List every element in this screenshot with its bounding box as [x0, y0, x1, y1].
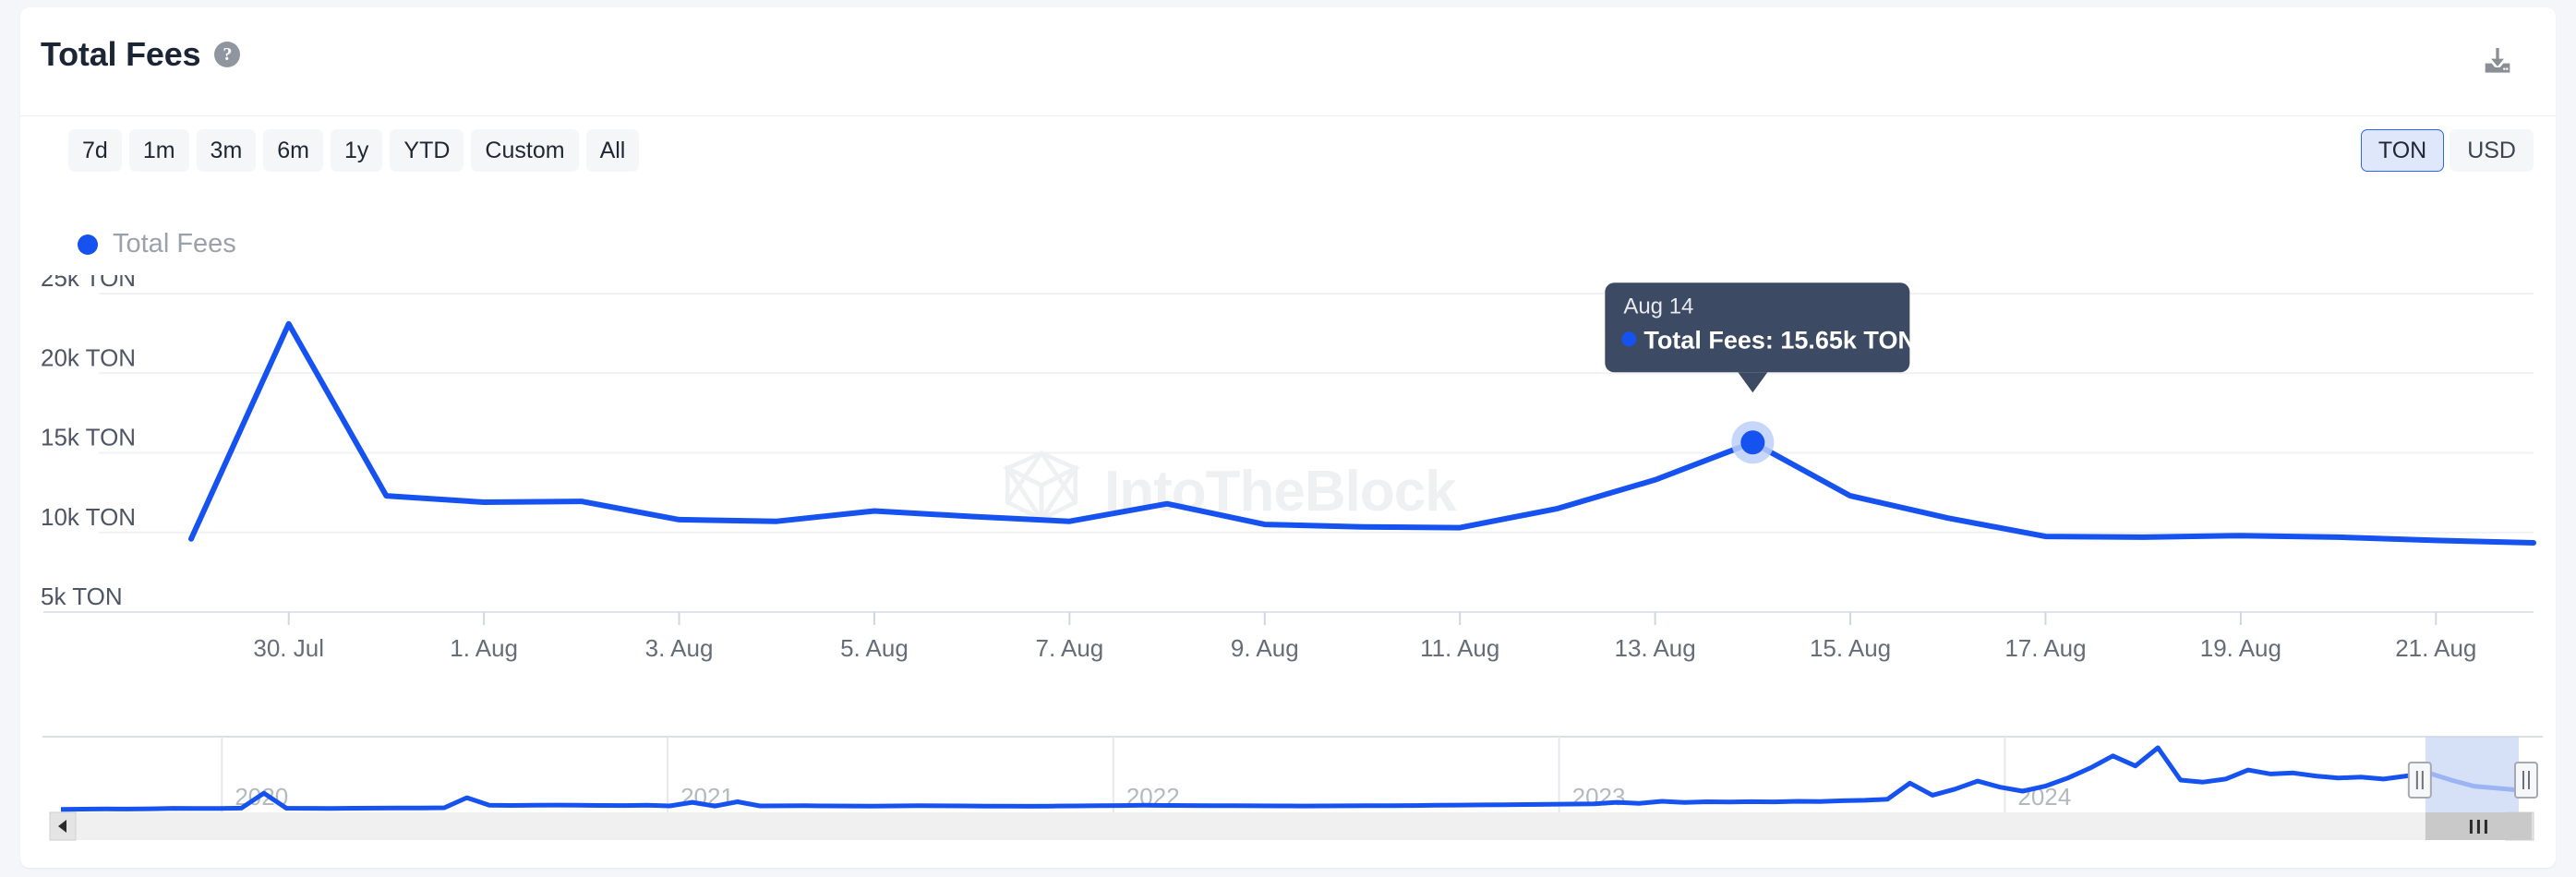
x-axis-tick-label: 5. Aug — [840, 634, 909, 662]
y-axis-tick-label: 15k TON — [41, 424, 136, 451]
page-title: Total Fees — [41, 38, 200, 71]
x-axis-tick-label: 17. Aug — [2004, 634, 2086, 662]
tooltip-value-line: Total Fees: 15.65k TON — [1643, 326, 1916, 354]
x-axis-tick-label: 13. Aug — [1615, 634, 1696, 662]
y-axis-tick-label: 25k TON — [41, 275, 136, 292]
range-button-ytd[interactable]: YTD — [390, 129, 463, 172]
unit-button-usd[interactable]: USD — [2450, 129, 2534, 172]
tooltip-date: Aug 14 — [1623, 294, 1693, 318]
chart-legend[interactable]: Total Fees — [78, 229, 236, 259]
series-line-total-fees[interactable] — [191, 324, 2534, 543]
range-handle-right-icon[interactable] — [2515, 763, 2537, 798]
navigator-year-label: 2023 — [1572, 783, 1626, 811]
range-button-custom[interactable]: Custom — [471, 129, 578, 172]
download-icon[interactable] — [2476, 41, 2519, 83]
x-axis-tick-label: 21. Aug — [2395, 634, 2476, 662]
range-button-3m[interactable]: 3m — [197, 129, 257, 172]
chart-navigator[interactable]: 20202021202220232024 — [42, 731, 2556, 842]
time-range-selector: 7d 1m 3m 6m 1y YTD Custom All — [68, 129, 639, 172]
range-button-1m[interactable]: 1m — [129, 129, 189, 172]
range-button-7d[interactable]: 7d — [68, 129, 122, 172]
y-axis-tick-label: 10k TON — [41, 503, 136, 531]
unit-button-ton[interactable]: TON — [2361, 129, 2444, 172]
navigator-scrollbar-thumb[interactable] — [2426, 812, 2532, 840]
range-handle-left-icon[interactable] — [2409, 763, 2431, 798]
highlight-point[interactable] — [1740, 430, 1764, 454]
x-axis-tick-label: 15. Aug — [1810, 634, 1891, 662]
chart-tooltip: Aug 14 Total Fees: 15.65k TON — [1605, 282, 1916, 392]
range-button-1y[interactable]: 1y — [331, 129, 382, 172]
legend-color-dot — [78, 234, 98, 255]
navigator-svg[interactable]: 20202021202220232024 — [42, 731, 2556, 842]
navigator-selection-window[interactable] — [2426, 737, 2519, 812]
x-axis-tick-label: 7. Aug — [1036, 634, 1104, 662]
card-header: Total Fees ? — [20, 7, 2556, 116]
range-button-6m[interactable]: 6m — [263, 129, 323, 172]
x-axis-tick-label: 11. Aug — [1420, 634, 1499, 662]
x-axis-tick-label: 9. Aug — [1231, 634, 1299, 662]
currency-unit-selector: TON USD — [2361, 129, 2534, 172]
line-chart-svg[interactable]: 25k TON 20k TON 15k TON 10k TON 5k TON 30. Ju… — [20, 275, 2556, 727]
scroll-left-arrow-icon[interactable] — [50, 812, 76, 840]
y-axis-tick-label: 20k TON — [41, 343, 136, 371]
tooltip-series-dot — [1621, 331, 1636, 346]
y-axis-tick-label: 5k TON — [41, 583, 123, 610]
x-axis-tick-label: 30. Jul — [253, 634, 324, 662]
chart-plot-area[interactable]: 25k TON 20k TON 15k TON 10k TON 5k TON 30. Ju… — [20, 275, 2556, 727]
title-group: Total Fees ? — [41, 38, 240, 71]
legend-item-label: Total Fees — [113, 229, 236, 259]
navigator-scrollbar-track[interactable] — [76, 812, 2506, 840]
x-axis-tick-label: 3. Aug — [645, 634, 714, 662]
controls-row: 7d 1m 3m 6m 1y YTD Custom All TON USD — [20, 116, 2556, 188]
x-axis-tick-label: 19. Aug — [2200, 634, 2281, 662]
question-mark-icon[interactable]: ? — [214, 42, 240, 67]
range-button-all[interactable]: All — [586, 129, 640, 172]
chart-card: Total Fees ? 7d 1m 3m 6m 1y YTD Custom A… — [20, 7, 2556, 868]
navigator-series-line — [61, 748, 2519, 810]
x-axis-tick-label: 1. Aug — [450, 634, 518, 662]
